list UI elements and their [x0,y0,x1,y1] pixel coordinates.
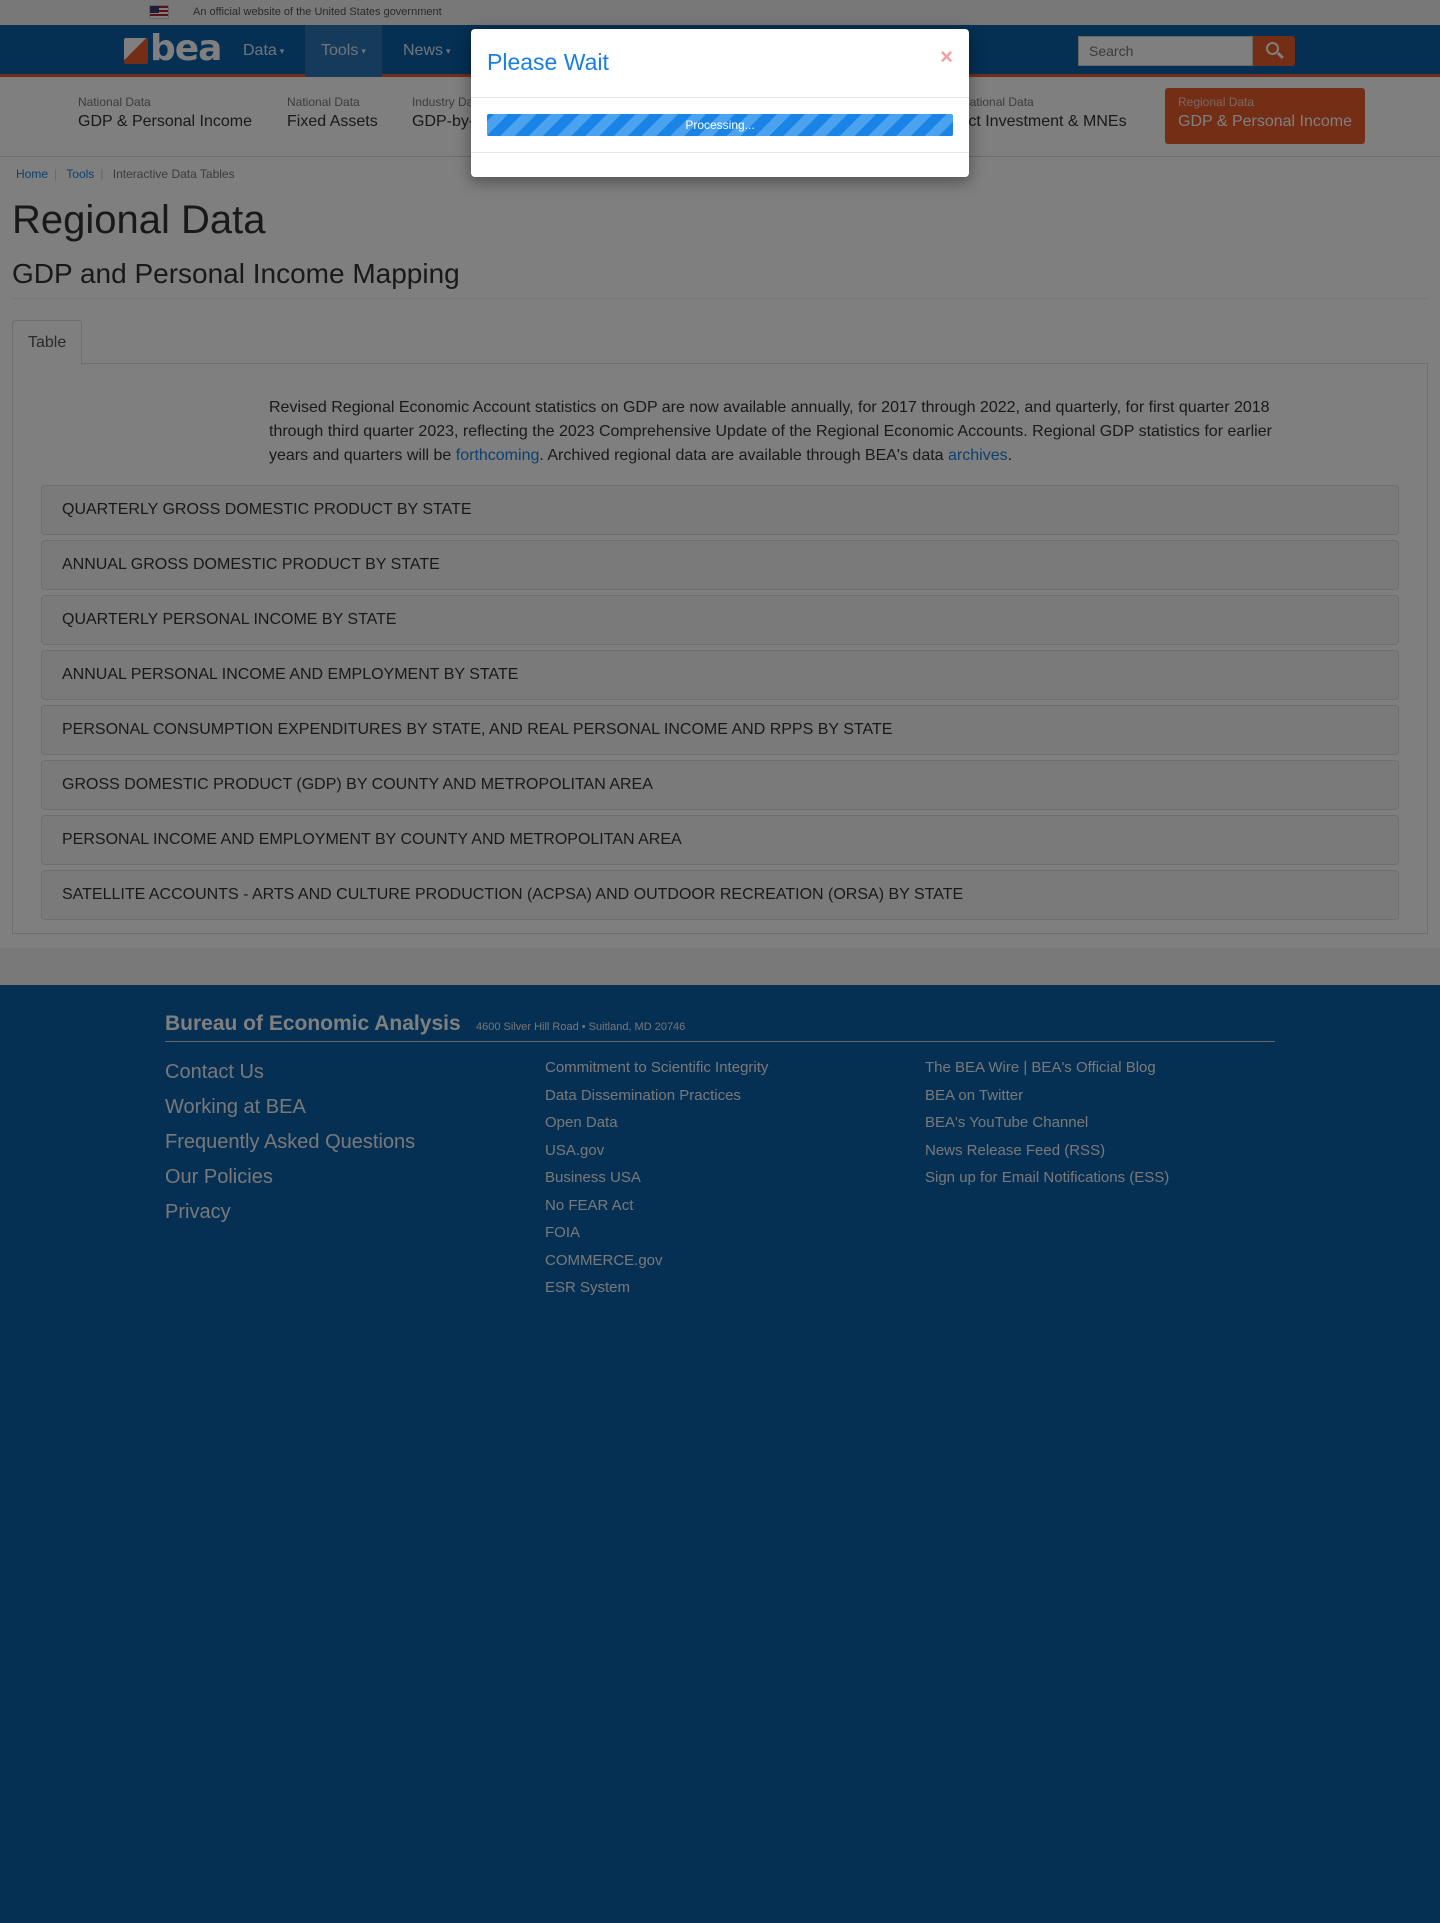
divider [471,97,969,98]
modal-backdrop[interactable] [0,0,1440,1923]
divider [471,152,969,153]
modal-title: Please Wait [487,49,609,75]
please-wait-modal: Please Wait × Processing... [471,29,969,177]
progress-bar: Processing... [487,114,953,136]
close-icon[interactable]: × [940,44,953,70]
progress-label: Processing... [685,118,755,132]
